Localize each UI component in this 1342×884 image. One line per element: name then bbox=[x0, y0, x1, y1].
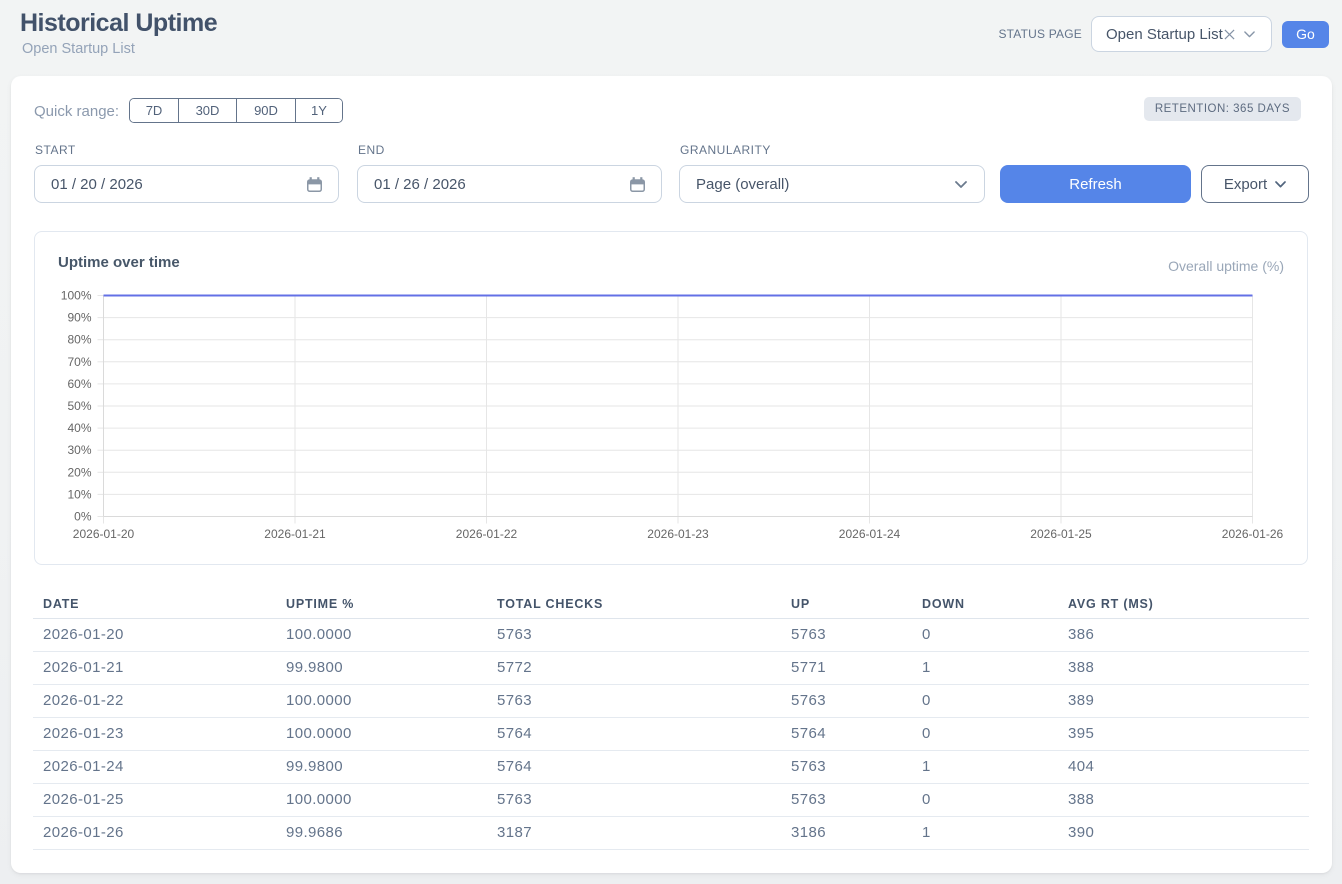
svg-text:2026-01-25: 2026-01-25 bbox=[1030, 527, 1092, 541]
svg-text:60%: 60% bbox=[67, 377, 91, 391]
svg-text:90%: 90% bbox=[67, 311, 91, 325]
svg-text:10%: 10% bbox=[67, 487, 91, 501]
svg-text:20%: 20% bbox=[67, 465, 91, 479]
svg-text:50%: 50% bbox=[67, 399, 91, 413]
svg-text:2026-01-26: 2026-01-26 bbox=[1222, 527, 1284, 541]
svg-text:40%: 40% bbox=[67, 421, 91, 435]
svg-text:2026-01-22: 2026-01-22 bbox=[456, 527, 518, 541]
svg-text:80%: 80% bbox=[67, 333, 91, 347]
svg-text:2026-01-24: 2026-01-24 bbox=[839, 527, 901, 541]
svg-text:2026-01-20: 2026-01-20 bbox=[73, 527, 135, 541]
svg-text:2026-01-23: 2026-01-23 bbox=[647, 527, 709, 541]
svg-text:0%: 0% bbox=[74, 510, 92, 524]
svg-text:30%: 30% bbox=[67, 443, 91, 457]
svg-text:70%: 70% bbox=[67, 355, 91, 369]
svg-text:100%: 100% bbox=[61, 289, 92, 303]
svg-text:2026-01-21: 2026-01-21 bbox=[264, 527, 326, 541]
